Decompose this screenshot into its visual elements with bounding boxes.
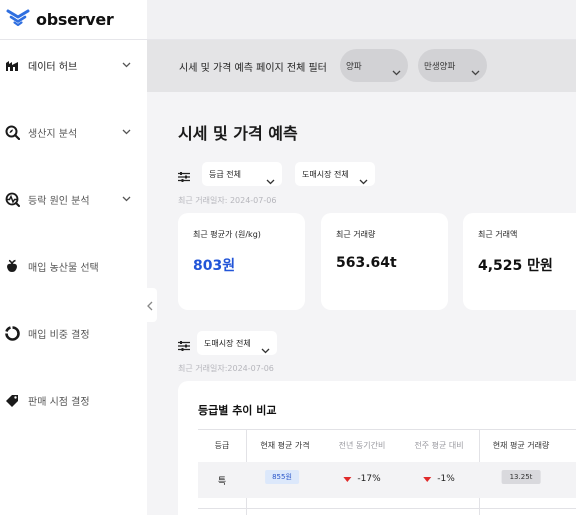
avg-price-card: 최근 평균가 (원/kg) 803원	[178, 213, 305, 310]
column-header-yoy: 전년 동기간비	[338, 441, 386, 450]
table-divider	[198, 508, 576, 509]
latest-trade-date-2: 최근 거래일자:2024-07-06	[178, 364, 274, 373]
price-tag-icon	[4, 392, 20, 408]
panel-title: 등급별 추이 비교	[198, 404, 277, 417]
main-content: 시세 및 가격 예측 등급 전체 도매시장 전체 최근 거래일자: 2024-0…	[147, 92, 576, 515]
sidebar-item-label: 등락 원인 분석	[28, 195, 90, 207]
card-value: 563.64t	[336, 255, 397, 271]
item-select[interactable]: 양파	[340, 49, 408, 82]
cell-yoy: -17%	[343, 474, 381, 484]
column-header-grade: 등급	[214, 441, 230, 450]
chevron-down-icon	[121, 127, 131, 137]
cell-volume-badge: 13.25t	[501, 470, 541, 484]
search-leaf-icon	[4, 124, 20, 140]
chevron-down-icon	[392, 61, 401, 80]
sidebar-item-label: 생산지 분석	[28, 128, 78, 140]
sidebar-item-data-hub[interactable]: 데이터 허브	[0, 50, 147, 80]
ring-progress-icon	[4, 325, 20, 341]
observer-logo-icon	[6, 7, 30, 31]
sidebar-item-production-analysis[interactable]: 생산지 분석	[0, 117, 147, 147]
cell-wow: -1%	[423, 474, 455, 484]
chevron-left-icon	[147, 296, 153, 315]
sidebar-item-label: 데이터 허브	[28, 61, 78, 73]
trade-volume-card: 최근 거래량 563.64t	[321, 213, 448, 310]
card-value: 803원	[193, 258, 236, 274]
sidebar-item-fluctuation-analysis[interactable]: 등락 원인 분석	[0, 184, 147, 214]
cell-yoy-value: -17%	[357, 474, 381, 484]
produce-icon	[4, 258, 20, 274]
chevron-down-icon	[121, 60, 131, 70]
chevron-down-icon	[359, 170, 368, 189]
card-label: 최근 거래액	[478, 230, 518, 239]
sidebar: observer 데이터 허브 생산지 분석 등락 원인 분석 매입 농산물 선…	[0, 0, 147, 515]
chevron-down-icon	[266, 170, 275, 189]
global-filter-bar: 시세 및 가격 예측 페이지 전체 필터 양파 만생양파	[147, 40, 576, 92]
table-divider	[198, 429, 576, 430]
pulse-search-icon	[4, 191, 20, 207]
sidebar-item-purchase-ratio[interactable]: 매입 비중 결정	[0, 318, 147, 348]
filter-settings-icon[interactable]	[178, 337, 190, 351]
decrease-arrow-icon	[423, 476, 432, 482]
variety-select-value: 만생양파	[424, 61, 456, 72]
market-select-2[interactable]: 도매시장 전체	[197, 331, 277, 355]
chevron-down-icon	[121, 194, 131, 204]
variety-select[interactable]: 만생양파	[418, 49, 487, 82]
cell-grade: 특	[217, 477, 227, 487]
chevron-down-icon	[471, 61, 480, 80]
card-label: 최근 거래량	[336, 230, 376, 239]
page-title: 시세 및 가격 예측	[178, 124, 298, 143]
grade-trend-panel: 등급별 추이 비교 등급 현재 평균 가격 전년 동기간비 전주 평균 대비 현…	[178, 381, 576, 515]
card-value: 4,525 만원	[478, 258, 553, 274]
sidebar-item-sale-timing[interactable]: 판매 시점 결정	[0, 385, 147, 415]
filter-bar-title: 시세 및 가격 예측 페이지 전체 필터	[179, 63, 327, 74]
brand-name: observer	[36, 9, 114, 29]
market-select-value: 도매시장 전체	[204, 338, 251, 348]
card-label: 최근 평균가 (원/kg)	[193, 230, 261, 239]
filter-settings-icon[interactable]	[178, 168, 190, 182]
item-select-value: 양파	[346, 61, 362, 72]
latest-trade-date: 최근 거래일자: 2024-07-06	[178, 196, 277, 205]
building-icon	[4, 57, 20, 73]
grade-select-value: 등급 전체	[209, 169, 241, 179]
cell-price-badge: 855원	[265, 470, 299, 484]
grade-select[interactable]: 등급 전체	[202, 162, 282, 186]
sidebar-item-label: 판매 시점 결정	[28, 396, 90, 408]
column-header-price: 현재 평균 가격	[260, 441, 310, 450]
sidebar-item-label: 매입 비중 결정	[28, 329, 90, 341]
sidebar-item-label: 매입 농산물 선택	[28, 262, 99, 274]
trade-amount-card: 최근 거래액 4,525 만원	[463, 213, 576, 310]
sidebar-item-purchase-produce[interactable]: 매입 농산물 선택	[0, 251, 147, 281]
column-header-wow: 전주 평균 대비	[414, 441, 464, 450]
chevron-down-icon	[261, 339, 270, 358]
brand-logo[interactable]: observer	[6, 7, 114, 31]
column-header-volume: 현재 평균 거래량	[492, 441, 550, 450]
decrease-arrow-icon	[343, 476, 352, 482]
cell-wow-value: -1%	[437, 474, 455, 484]
market-select-value: 도매시장 전체	[302, 169, 349, 179]
market-select[interactable]: 도매시장 전체	[295, 162, 375, 186]
sidebar-collapse-button[interactable]	[143, 288, 157, 322]
